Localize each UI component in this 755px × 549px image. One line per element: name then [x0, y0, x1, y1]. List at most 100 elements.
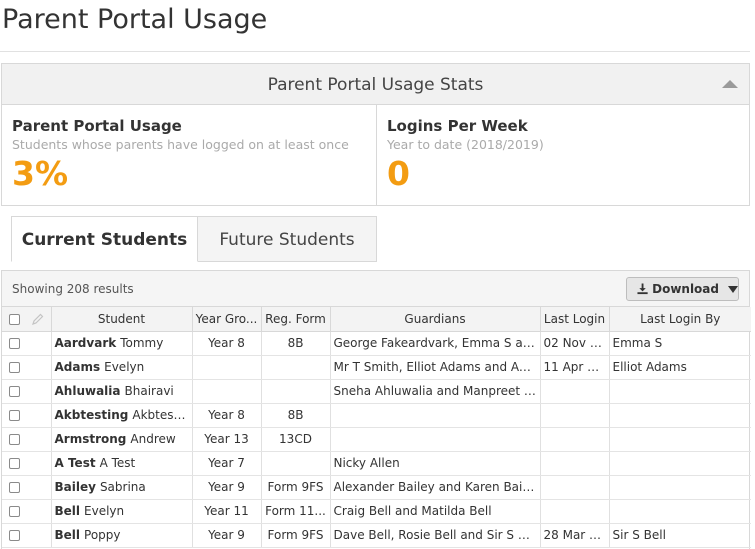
row-checkbox[interactable]: [9, 482, 20, 493]
student-surname: A Test: [54, 456, 96, 470]
reg-form-cell: [261, 355, 331, 380]
year-group-cell: Year 9: [192, 523, 262, 548]
results-count: Showing 208 results: [12, 282, 134, 296]
download-button[interactable]: Download: [626, 277, 739, 301]
row-checkbox[interactable]: [9, 506, 20, 517]
table-row[interactable]: Ahluwalia Bhairavi Sneha Ahluwalia and Ma…: [2, 379, 751, 404]
table-row[interactable]: Bell Evelyn Year 11 Form 11... Craig Bell…: [2, 499, 751, 524]
column-header-year-group[interactable]: Year Gro...: [192, 307, 262, 332]
column-header-last-login-by[interactable]: Last Login By: [609, 307, 751, 332]
tab-current-students[interactable]: Current Students: [11, 216, 198, 262]
student-cell[interactable]: Bell Poppy: [51, 523, 193, 548]
logins-stat-subtitle: Year to date (2018/2019): [387, 137, 544, 152]
logins-stat-value: 0: [387, 154, 410, 193]
last-login-cell: [540, 475, 610, 500]
usage-stat: Parent Portal Usage Students whose paren…: [2, 105, 377, 205]
last-login-by-cell: [609, 427, 751, 452]
guardians-cell: [330, 427, 541, 452]
usage-stat-title: Parent Portal Usage: [12, 117, 182, 135]
pencil-icon[interactable]: [31, 313, 44, 326]
student-firstname: Tommy: [120, 336, 164, 350]
year-group-cell: Year 7: [192, 451, 262, 476]
usage-stat-value: 3%: [12, 154, 69, 193]
results-toolbar: Showing 208 results Download: [2, 271, 749, 307]
row-checkbox[interactable]: [9, 410, 20, 421]
table-row[interactable]: Bailey Sabrina Year 9 Form 9FS Alexander …: [2, 475, 751, 500]
student-cell[interactable]: Ahluwalia Bhairavi: [51, 379, 193, 404]
last-login-cell: [540, 499, 610, 524]
student-surname: Adams: [54, 360, 101, 374]
table-row[interactable]: Akbtesting Akbtesting Year 8 8B: [2, 403, 751, 428]
logins-stat: Logins Per Week Year to date (2018/2019)…: [377, 105, 749, 205]
last-login-cell: [540, 427, 610, 452]
column-header-student[interactable]: Student: [51, 307, 193, 332]
reg-form-cell: 8B: [261, 403, 331, 428]
student-surname: Akbtesting: [54, 408, 129, 422]
row-checkbox[interactable]: [9, 530, 20, 541]
last-login-cell: [540, 451, 610, 476]
guardians-cell: George Fakeardvark, Emma S and ...: [330, 331, 541, 356]
student-firstname: A Test: [99, 456, 136, 470]
guardians-cell: Mr T Smith, Elliot Adams and Adel...: [330, 355, 541, 380]
table-row[interactable]: Bell Poppy Year 9 Form 9FS Dave Bell, Ros…: [2, 523, 751, 548]
table-header-row: Student Year Gro... Reg. Form Guardians …: [2, 307, 751, 332]
last-login-by-cell: [609, 403, 751, 428]
student-firstname: Evelyn: [84, 504, 125, 518]
last-login-by-cell: Elliot Adams: [609, 355, 751, 380]
collapse-arrow-icon[interactable]: [722, 80, 738, 88]
row-checkbox-cell: [2, 355, 52, 380]
guardians-cell: Dave Bell, Rosie Bell and Sir S Bell: [330, 523, 541, 548]
title-divider: [0, 51, 750, 52]
last-login-by-cell: [609, 499, 751, 524]
student-cell[interactable]: Aardvark Tommy: [51, 331, 193, 356]
row-checkbox-cell: [2, 331, 52, 356]
column-header-guardians[interactable]: Guardians: [330, 307, 541, 332]
student-surname: Armstrong: [54, 432, 127, 446]
last-login-cell: [540, 379, 610, 404]
guardians-cell: [330, 403, 541, 428]
last-login-cell: 02 Nov 2...: [540, 331, 610, 356]
guardians-cell: Alexander Bailey and Karen Bailey: [330, 475, 541, 500]
row-checkbox[interactable]: [9, 458, 20, 469]
page-title: Parent Portal Usage: [2, 4, 268, 35]
last-login-cell: 28 Mar 2...: [540, 523, 610, 548]
row-checkbox-cell: [2, 475, 52, 500]
student-surname: Bell: [54, 528, 81, 542]
student-cell[interactable]: Bell Evelyn: [51, 499, 193, 524]
column-header-reg-form[interactable]: Reg. Form: [261, 307, 331, 332]
download-icon: [637, 283, 648, 295]
tab-future-students[interactable]: Future Students: [198, 216, 377, 262]
row-checkbox[interactable]: [9, 386, 20, 397]
table-row[interactable]: Armstrong Andrew Year 13 13CD: [2, 427, 751, 452]
reg-form-cell: 13CD: [261, 427, 331, 452]
student-cell[interactable]: Bailey Sabrina: [51, 475, 193, 500]
usage-stat-subtitle: Students whose parents have logged on at…: [12, 137, 349, 152]
column-header-last-login[interactable]: Last Login: [540, 307, 610, 332]
row-checkbox[interactable]: [9, 338, 20, 349]
student-cell[interactable]: A Test A Test: [51, 451, 193, 476]
chevron-down-icon: [728, 285, 738, 293]
guardians-cell: Craig Bell and Matilda Bell: [330, 499, 541, 524]
student-firstname: Andrew: [130, 432, 176, 446]
last-login-by-cell: Sir S Bell: [609, 523, 751, 548]
student-cell[interactable]: Armstrong Andrew: [51, 427, 193, 452]
row-checkbox[interactable]: [9, 362, 20, 373]
reg-form-cell: Form 9FS: [261, 475, 331, 500]
table-row[interactable]: Adams Evelyn Mr T Smith, Elliot Adams and…: [2, 355, 751, 380]
year-group-cell: Year 8: [192, 331, 262, 356]
stats-panel-header[interactable]: Parent Portal Usage Stats: [2, 64, 749, 105]
year-group-cell: [192, 379, 262, 404]
student-firstname: Bhairavi: [124, 384, 174, 398]
last-login-by-cell: Emma S: [609, 331, 751, 356]
student-cell[interactable]: Adams Evelyn: [51, 355, 193, 380]
year-group-cell: [192, 355, 262, 380]
student-cell[interactable]: Akbtesting Akbtesting: [51, 403, 193, 428]
reg-form-cell: [261, 451, 331, 476]
table-row[interactable]: Aardvark Tommy Year 8 8B George Fakeardva…: [2, 331, 751, 356]
select-all-checkbox[interactable]: [9, 313, 20, 325]
student-surname: Bell: [54, 504, 81, 518]
students-table: Student Year Gro... Reg. Form Guardians …: [2, 307, 751, 548]
table-row[interactable]: A Test A Test Year 7 Nicky Allen: [2, 451, 751, 476]
student-firstname: Poppy: [84, 528, 121, 542]
row-checkbox[interactable]: [9, 434, 20, 445]
